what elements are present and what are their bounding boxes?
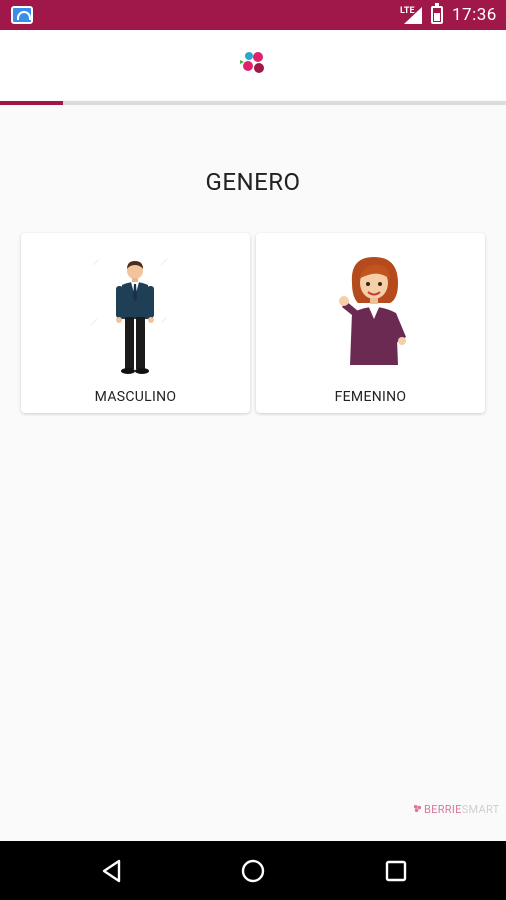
back-icon[interactable] [99, 858, 125, 884]
option-label-masculino: MASCULINO [94, 389, 177, 405]
page-title: GENERO [205, 168, 301, 196]
app-logo-icon [240, 52, 264, 73]
option-card-masculino[interactable]: MASCULINO [21, 233, 250, 413]
home-icon[interactable] [240, 858, 266, 884]
progress-fill [0, 101, 64, 105]
brand-name-pre: BERRIE [424, 803, 462, 816]
brand-watermark: BERRIESMART [413, 803, 500, 816]
brand-logo-icon [413, 804, 422, 813]
recents-icon[interactable] [383, 858, 409, 884]
signal-icon [404, 7, 422, 24]
app-header [0, 30, 506, 100]
status-bar: LTE 17:36 [0, 0, 506, 30]
option-label-femenino: FEMENINO [334, 389, 407, 405]
app-notification-icon [11, 6, 33, 24]
brand-name-post: SMART [461, 803, 500, 816]
system-nav-bar [0, 841, 506, 900]
battery-icon [431, 3, 443, 24]
status-time: 17:36 [452, 5, 497, 25]
man-avatar-icon [90, 258, 168, 374]
progress-track [0, 101, 506, 105]
woman-avatar-icon [339, 257, 406, 365]
option-card-femenino[interactable]: FEMENINO [256, 233, 485, 413]
